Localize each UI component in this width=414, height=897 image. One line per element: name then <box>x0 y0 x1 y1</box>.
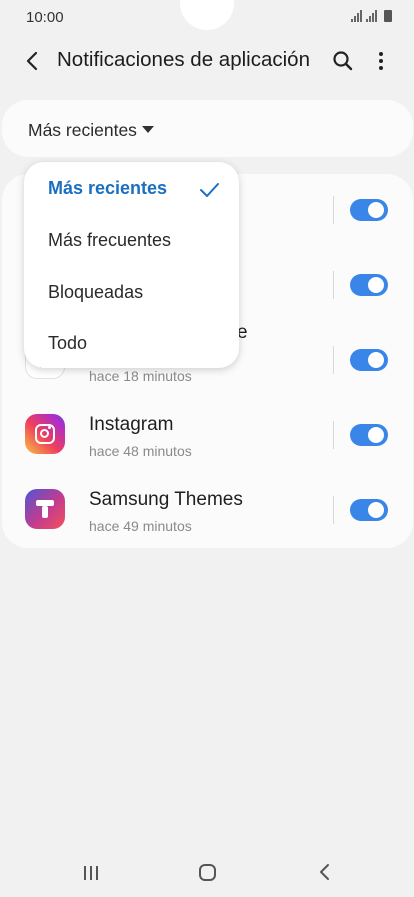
more-options-button[interactable] <box>366 46 396 76</box>
divider <box>333 271 334 299</box>
home-button[interactable] <box>199 864 216 881</box>
app-notifications-screen: 10:00 Notificaciones de aplicación Más r… <box>0 0 414 897</box>
app-toggle[interactable] <box>350 199 388 221</box>
toggle-knob <box>366 200 386 220</box>
camera-glyph <box>35 424 55 444</box>
battery-icon <box>384 10 392 22</box>
status-bar: 10:00 <box>0 0 414 34</box>
sort-dropdown-menu: Más recientes Más frecuentes Bloqueadas … <box>24 162 239 368</box>
search-icon <box>333 51 353 71</box>
app-toggle[interactable] <box>350 274 388 296</box>
back-button[interactable] <box>18 46 48 76</box>
app-time: hace 18 minutos <box>89 368 192 384</box>
page-title: Notificaciones de aplicación <box>57 48 310 71</box>
status-icons <box>351 10 392 22</box>
app-row-instagram[interactable]: Instagram hace 48 minutos <box>2 399 413 474</box>
check-icon <box>200 183 219 197</box>
camera-dot <box>48 426 51 429</box>
recent-apps-button[interactable] <box>84 866 98 880</box>
more-vert-icon <box>379 52 383 70</box>
header: Notificaciones de aplicación <box>0 40 414 82</box>
divider <box>333 196 334 224</box>
app-toggle[interactable] <box>350 499 388 521</box>
sort-selector[interactable]: Más recientes <box>2 100 413 157</box>
toggle-knob <box>366 350 386 370</box>
caret-down-icon <box>142 126 154 133</box>
menu-item-todo[interactable]: Todo <box>48 333 87 354</box>
app-name: Samsung Themes <box>89 489 243 510</box>
app-time: hace 49 minutos <box>89 518 192 534</box>
app-toggle[interactable] <box>350 349 388 371</box>
status-time: 10:00 <box>26 9 64 26</box>
divider <box>333 346 334 374</box>
sort-label: Más recientes <box>28 120 137 140</box>
nav-back-button[interactable] <box>315 862 335 882</box>
navigation-bar <box>0 850 414 896</box>
samsung-themes-icon <box>25 489 65 529</box>
signal-icon <box>351 10 362 22</box>
app-time: hace 48 minutos <box>89 443 192 459</box>
app-toggle[interactable] <box>350 424 388 446</box>
menu-item-bloqueadas[interactable]: Bloqueadas <box>48 282 143 303</box>
instagram-icon <box>25 414 65 454</box>
search-button[interactable] <box>328 46 358 76</box>
menu-item-mas-recientes[interactable]: Más recientes <box>48 178 167 199</box>
menu-item-mas-frecuentes[interactable]: Más frecuentes <box>48 230 171 251</box>
divider <box>333 421 334 449</box>
toggle-knob <box>366 425 386 445</box>
app-row-samsung-themes[interactable]: Samsung Themes hace 49 minutos <box>2 474 413 549</box>
divider <box>333 496 334 524</box>
toggle-knob <box>366 275 386 295</box>
toggle-knob <box>366 500 386 520</box>
app-name: Instagram <box>89 414 174 435</box>
signal-icon-2 <box>366 10 377 22</box>
camera-notch <box>180 0 234 30</box>
chevron-left-icon <box>26 51 38 71</box>
